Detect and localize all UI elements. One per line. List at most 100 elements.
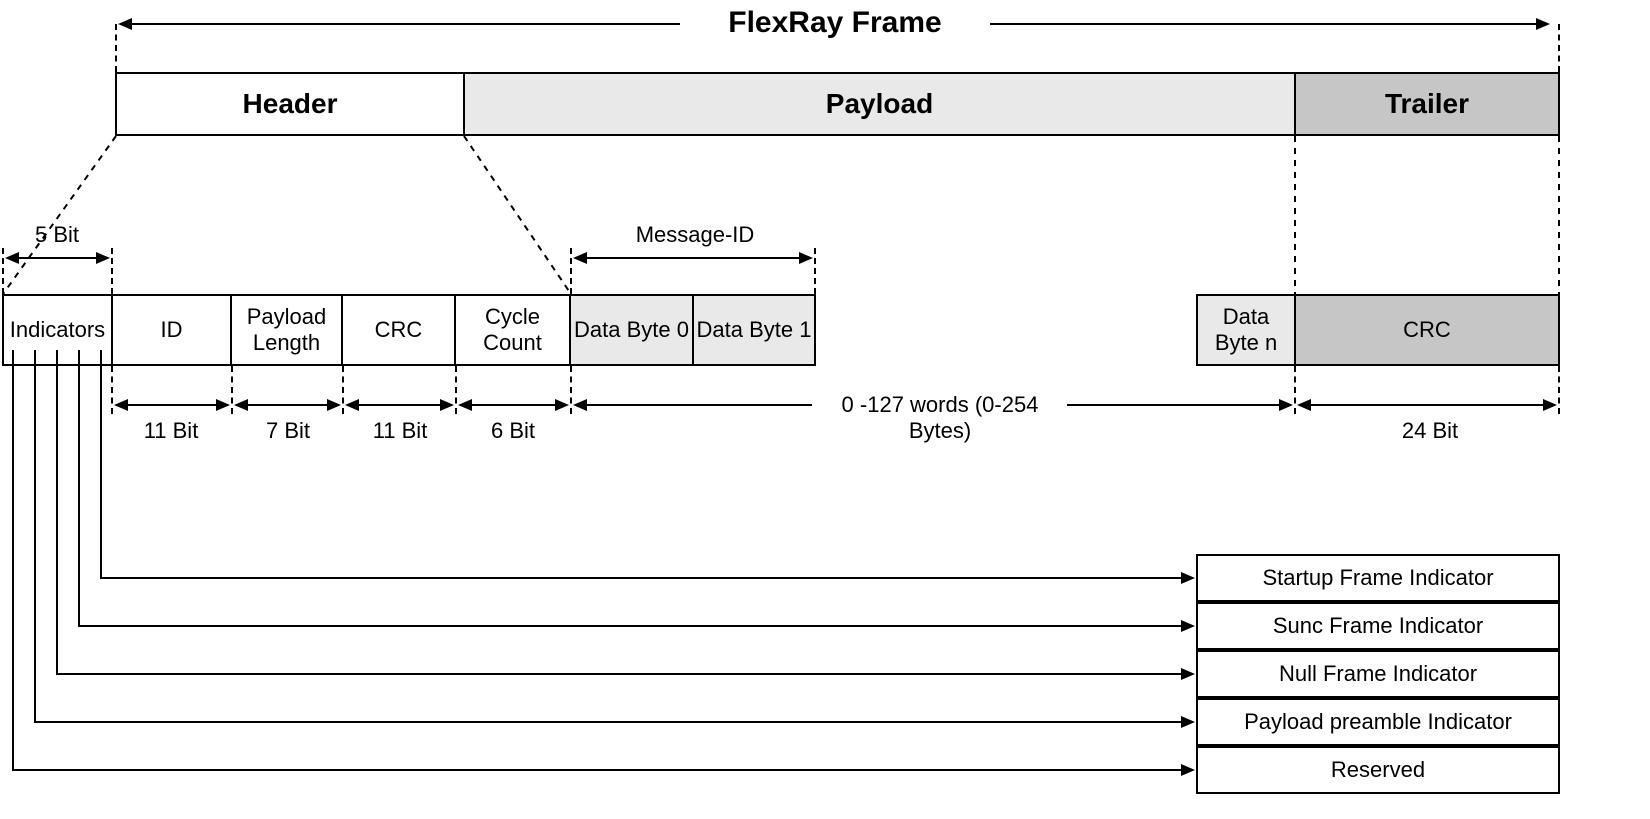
arrow-right xyxy=(1181,764,1195,776)
arrow-right xyxy=(1181,572,1195,584)
arrow-left xyxy=(573,399,587,411)
dash-vertical xyxy=(1294,366,1296,414)
indicator-box-sync: Sunc Frame Indicator xyxy=(1196,602,1560,650)
indicator-box-preamble: Payload preamble Indicator xyxy=(1196,698,1560,746)
label: Null Frame Indicator xyxy=(1279,661,1477,687)
callout-h xyxy=(34,721,1183,723)
arrow-right xyxy=(1181,620,1195,632)
hline xyxy=(1311,404,1544,406)
dash-vertical xyxy=(115,24,117,72)
arrow-right xyxy=(799,252,813,264)
field-payload-length: Payload Length xyxy=(230,294,343,366)
field-data-byte-n: Data Byte n xyxy=(1196,294,1296,366)
diagram-root: FlexRay Frame Header Payload Trailer 5 B… xyxy=(0,0,1650,819)
hline xyxy=(587,257,802,259)
label: Indicators xyxy=(10,317,105,343)
label: Sunc Frame Indicator xyxy=(1273,613,1483,639)
callout-h xyxy=(78,625,1183,627)
dash-vertical xyxy=(1558,366,1560,414)
arrow-right xyxy=(327,399,341,411)
arrow-right xyxy=(216,399,230,411)
label: ID xyxy=(161,317,183,343)
dim-message-id: Message-ID xyxy=(615,222,775,248)
hline xyxy=(472,404,556,406)
dim-crc: 11 Bit xyxy=(355,418,445,444)
dash-vertical xyxy=(814,248,816,294)
tick xyxy=(100,350,102,367)
arrow-left xyxy=(1297,399,1311,411)
tick xyxy=(12,350,14,367)
hline xyxy=(359,404,441,406)
hline xyxy=(128,404,218,406)
dash-vertical xyxy=(111,248,113,294)
dim-5bit: 5 Bit xyxy=(15,222,99,248)
dash-vertical xyxy=(231,366,233,414)
label: CRC xyxy=(1403,317,1451,343)
label: Data Byte 1 xyxy=(697,317,812,343)
field-cycle-count: Cycle Count xyxy=(454,294,571,366)
callout-v xyxy=(12,366,14,770)
callout-h xyxy=(56,673,1183,675)
indicator-box-startup: Startup Frame Indicator xyxy=(1196,554,1560,602)
field-id: ID xyxy=(111,294,232,366)
arrow-left xyxy=(458,399,472,411)
label: Reserved xyxy=(1331,757,1425,783)
hline xyxy=(132,23,680,25)
dash-vertical xyxy=(455,366,457,414)
dim-pl: 7 Bit xyxy=(243,418,333,444)
dash-vertical xyxy=(570,366,572,414)
arrow-left xyxy=(234,399,248,411)
label: CRC xyxy=(375,317,423,343)
tick xyxy=(34,350,36,367)
arrow-left xyxy=(345,399,359,411)
arrow-right xyxy=(555,399,569,411)
dash-vertical xyxy=(2,248,4,294)
label: Data Byte n xyxy=(1198,304,1294,356)
field-data-byte-0: Data Byte 0 xyxy=(569,294,694,366)
label: Header xyxy=(243,88,338,120)
hline xyxy=(990,23,1536,25)
arrow-right xyxy=(1181,716,1195,728)
tick xyxy=(56,350,58,367)
dim-payload-words: 0 -127 words (0-254 Bytes) xyxy=(815,392,1065,444)
arrow-right xyxy=(96,252,110,264)
callout-v xyxy=(100,366,102,578)
label: Cycle Count xyxy=(456,304,569,356)
dash-vertical xyxy=(342,366,344,414)
arrow-left xyxy=(114,399,128,411)
dash-vertical xyxy=(570,248,572,294)
arrow-right xyxy=(1279,399,1293,411)
hline xyxy=(248,404,328,406)
callout-v xyxy=(56,366,58,674)
label: Payload Length xyxy=(232,304,341,356)
tick xyxy=(78,350,80,367)
dash-vertical xyxy=(111,366,113,414)
arrow-right xyxy=(1181,668,1195,680)
title: FlexRay Frame xyxy=(705,6,965,40)
hline xyxy=(1067,404,1281,406)
label: Data Byte 0 xyxy=(574,317,689,343)
dim-trailer: 24 Bit xyxy=(1380,418,1480,444)
callout-v xyxy=(78,366,80,626)
label: Startup Frame Indicator xyxy=(1262,565,1493,591)
dim-id: 11 Bit xyxy=(125,418,217,444)
arrow-left xyxy=(573,252,587,264)
arrow-right xyxy=(1536,18,1550,30)
frame-trailer: Trailer xyxy=(1294,72,1560,136)
callout-v xyxy=(34,366,36,722)
label: Trailer xyxy=(1385,88,1469,120)
field-data-byte-1: Data Byte 1 xyxy=(692,294,816,366)
arrow-right xyxy=(1543,399,1557,411)
hline xyxy=(587,404,812,406)
arrow-left xyxy=(5,252,19,264)
field-crc: CRC xyxy=(341,294,456,366)
dash-vertical xyxy=(1558,24,1560,72)
label: Payload xyxy=(826,88,933,120)
arrow-left xyxy=(118,18,132,30)
arrow-right xyxy=(440,399,454,411)
hline xyxy=(18,257,98,259)
frame-header: Header xyxy=(115,72,465,136)
field-trailer-crc: CRC xyxy=(1294,294,1560,366)
label: Payload preamble Indicator xyxy=(1244,709,1512,735)
dim-cycle: 6 Bit xyxy=(468,418,558,444)
